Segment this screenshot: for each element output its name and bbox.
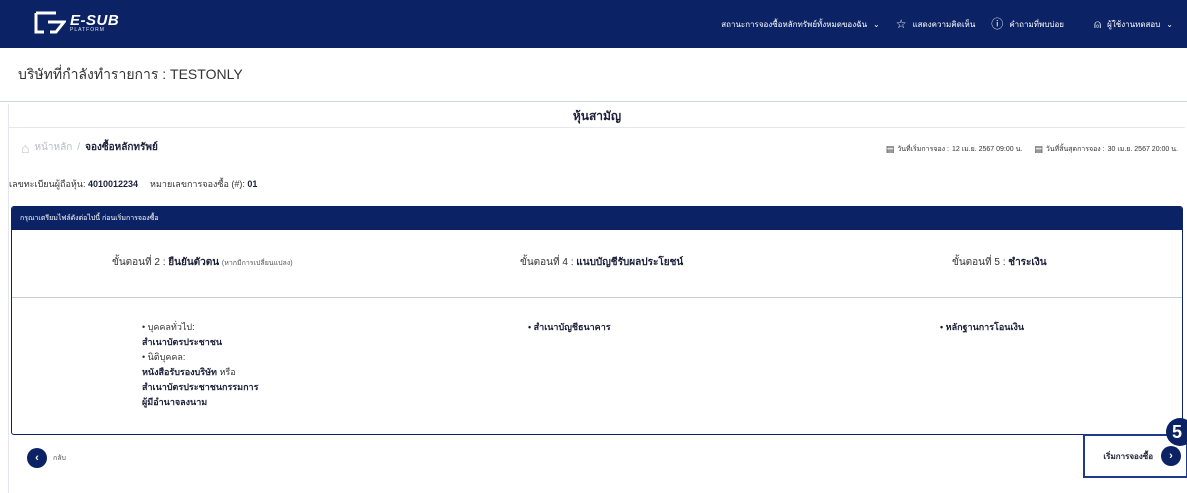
top-nav: สถานะการจองซื้อหลักทรัพย์ทั้งหมดของฉัน ⌄… bbox=[721, 0, 1173, 48]
step-prefix: ขั้นตอนที่ 5 : bbox=[952, 257, 1006, 268]
step-5: ขั้นตอนที่ 5 : ชำระเงิน bbox=[952, 255, 1047, 270]
start-label: เริ่มการจองซื้อ bbox=[1103, 451, 1153, 461]
subscription-number-value: 01 bbox=[247, 179, 258, 189]
doc-item: สำเนาบัตรประชาชนกรรมการ bbox=[142, 382, 259, 392]
step-title: ยืนยันตัวตน bbox=[168, 257, 220, 268]
doc-item: สำเนาบัตรประชาชน bbox=[142, 337, 223, 347]
logo-icon bbox=[34, 11, 66, 34]
identity-docs: • บุคคลทั่วไป: สำเนาบัตรประชาชน • นิติบุ… bbox=[142, 320, 258, 410]
start-date-label: วันที่เริ่มการจอง : bbox=[897, 146, 949, 153]
company-bar: บริษัทที่กำลังทำรายการ : TESTONLY bbox=[0, 48, 1187, 102]
chevron-down-icon: ⌄ bbox=[873, 19, 880, 29]
nav-label: สถานะการจองซื้อหลักทรัพย์ทั้งหมดของฉัน bbox=[721, 19, 868, 29]
nav-faq[interactable]: ⓘ คำถามที่พบบ่อย bbox=[991, 18, 1064, 31]
doc-item: • สำเนาบัญชีธนาคาร bbox=[528, 322, 611, 332]
logo-title: E-SUB bbox=[70, 12, 120, 29]
chevron-right-icon: › bbox=[1161, 446, 1181, 466]
step-4: ขั้นตอนที่ 4 : แนบบัญชีรับผลประโยชน์ bbox=[520, 255, 683, 270]
holder-id: เลขทะเบียนผู้ถือหุ้น: 4010012234 bbox=[9, 177, 138, 191]
step-prefix: ขั้นตอนที่ 4 : bbox=[520, 257, 574, 268]
preparation-panel: กรุณาเตรียมไฟล์ดังต่อไปนี้ ก่อนเริ่มการจ… bbox=[11, 206, 1183, 435]
nav-label: แสดงความคิดเห็น bbox=[912, 19, 976, 29]
nav-user-menu[interactable]: ⍝ ผู้ใช้งานทดสอบ ⌄ bbox=[1094, 18, 1173, 31]
top-navbar: E-SUB PLATFORM สถานะการจองซื้อหลักทรัพย์… bbox=[0, 0, 1187, 48]
calendar-icon: ▤ bbox=[1034, 144, 1043, 154]
subscription-number: หมายเลขการจองซื้อ (#): 01 bbox=[150, 177, 257, 191]
chevron-left-icon: ‹ bbox=[27, 448, 47, 468]
step-title: แนบบัญชีรับผลประโยชน์ bbox=[576, 257, 684, 268]
breadcrumb-separator: / bbox=[77, 142, 81, 153]
back-label: กลับ bbox=[53, 454, 66, 462]
doc-bullet: • บุคคลทั่วไป: bbox=[142, 322, 195, 332]
nav-label: คำถามที่พบบ่อย bbox=[1009, 19, 1064, 29]
question-circle-icon: ⓘ bbox=[991, 17, 1004, 31]
step-number-badge: 5 bbox=[1166, 418, 1187, 446]
calendar-icon: ▤ bbox=[885, 144, 895, 154]
end-date-value: 30 เม.ย. 2567 20:00 น. bbox=[1107, 146, 1178, 153]
end-date: ▤ วันที่สิ้นสุดการจอง : 30 เม.ย. 2567 20… bbox=[1034, 144, 1178, 155]
doc-or: หรือ bbox=[216, 367, 236, 377]
step-title: ชำระเงิน bbox=[1008, 257, 1047, 268]
step-prefix: ขั้นตอนที่ 2 : bbox=[112, 257, 166, 268]
footer-actions: ‹ กลับ เริ่มการจองซื้อ › bbox=[9, 434, 1187, 488]
star-icon: ☆ bbox=[895, 17, 907, 31]
chevron-down-icon: ⌄ bbox=[1166, 19, 1173, 29]
subscription-ids: เลขทะเบียนผู้ถือหุ้น: 4010012234 หมายเลข… bbox=[9, 177, 257, 191]
doc-item: หนังสือรับรองบริษัท bbox=[142, 367, 217, 377]
logo-subtitle: PLATFORM bbox=[70, 27, 105, 33]
start-date-value: 12 เม.ย. 2567 09:00 น. bbox=[951, 146, 1023, 153]
doc-bullet: • นิติบุคคล: bbox=[142, 352, 186, 362]
main-content: หุ้นสามัญ ⌂ หน้าหลัก / จองซื้อหลักทรัพย์… bbox=[8, 104, 1187, 493]
step-2: ขั้นตอนที่ 2 : ยืนยันตัวตน (หากมีการเปลี… bbox=[112, 255, 293, 270]
payment-docs: • หลักฐานการโอนเงิน bbox=[940, 320, 1024, 335]
breadcrumb-home[interactable]: หน้าหลัก bbox=[34, 140, 72, 155]
company-label: บริษัทที่กำลังทำรายการ : TESTONLY bbox=[18, 65, 243, 82]
holder-id-label: เลขทะเบียนผู้ถือหุ้น: bbox=[9, 179, 86, 189]
doc-item: ผู้มีอำนาจลงนาม bbox=[142, 397, 208, 407]
home-icon[interactable]: ⌂ bbox=[21, 141, 29, 155]
step-note: (หากมีการเปลี่ยนแปลง) bbox=[221, 260, 293, 267]
page-title: หุ้นสามัญ bbox=[9, 104, 1185, 128]
back-button[interactable]: ‹ กลับ bbox=[27, 448, 66, 468]
logo[interactable]: E-SUB PLATFORM bbox=[34, 10, 119, 36]
end-date-label: วันที่สิ้นสุดการจอง : bbox=[1045, 146, 1105, 153]
holder-id-value: 4010012234 bbox=[87, 179, 139, 189]
steps-row: ขั้นตอนที่ 2 : ยืนยันตัวตน (หากมีการเปลี… bbox=[12, 230, 1182, 298]
doc-item: • หลักฐานการโอนเงิน bbox=[940, 322, 1025, 332]
nav-subscription-status[interactable]: สถานะการจองซื้อหลักทรัพย์ทั้งหมดของฉัน ⌄ bbox=[721, 18, 880, 31]
bank-docs: • สำเนาบัญชีธนาคาร bbox=[528, 320, 611, 335]
subscription-dates: ▤ วันที่เริ่มการจอง : 12 เม.ย. 2567 09:0… bbox=[886, 144, 1178, 155]
nav-label: ผู้ใช้งานทดสอบ bbox=[1107, 19, 1161, 29]
breadcrumb-current: จองซื้อหลักทรัพย์ bbox=[85, 142, 158, 153]
subscription-number-label: หมายเลขการจองซื้อ (#): bbox=[150, 179, 245, 189]
user-icon: ⍝ bbox=[1093, 17, 1102, 31]
panel-header: กรุณาเตรียมไฟล์ดังต่อไปนี้ ก่อนเริ่มการจ… bbox=[12, 207, 1182, 230]
breadcrumb: ⌂ หน้าหลัก / จองซื้อหลักทรัพย์ bbox=[21, 140, 158, 155]
start-date: ▤ วันที่เริ่มการจอง : 12 เม.ย. 2567 09:0… bbox=[886, 144, 1023, 155]
nav-feedback[interactable]: ☆ แสดงความคิดเห็น bbox=[896, 18, 976, 31]
